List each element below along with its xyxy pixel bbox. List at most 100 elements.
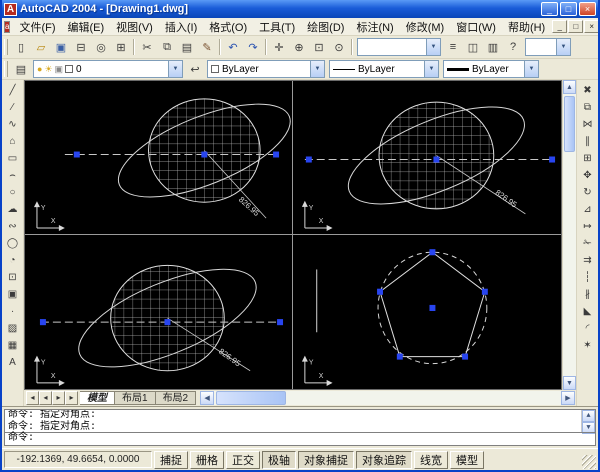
grip[interactable]	[429, 305, 435, 311]
status-toggle-ortho[interactable]: 正交	[226, 451, 260, 469]
toolbar-button-paste[interactable]: ▤	[177, 38, 197, 57]
grip[interactable]	[306, 156, 312, 162]
scroll-up-icon[interactable]: ▲	[582, 410, 595, 422]
status-toggle-osnap[interactable]: 对象捕捉	[298, 451, 354, 469]
toolbar-button-redo[interactable]: ↷	[243, 38, 263, 57]
command-input[interactable]: 命令:	[5, 432, 595, 445]
modify-button-move[interactable]: ✥	[578, 167, 597, 184]
tab-layout1[interactable]: 布局1	[115, 391, 156, 405]
toolbar-button-plot-preview[interactable]: ◎	[91, 38, 111, 57]
doc-minimize-button[interactable]: _	[552, 20, 567, 33]
menu-item-help[interactable]: 帮助(H)	[502, 18, 551, 36]
menu-item-modify[interactable]: 修改(M)	[400, 18, 451, 36]
modify-button-mirror[interactable]: ⋈	[578, 116, 597, 133]
modify-button-rotate[interactable]: ↻	[578, 184, 597, 201]
draw-button-arc[interactable]: ⌢	[3, 167, 22, 184]
grip[interactable]	[273, 152, 279, 158]
modify-button-extend[interactable]: ⇉	[578, 252, 597, 269]
tab-prev-button[interactable]: ◂	[39, 391, 52, 405]
dropdown-icon[interactable]: ▼	[168, 61, 182, 77]
scroll-down-icon[interactable]: ▼	[563, 376, 576, 390]
draw-button-spline[interactable]: ∾	[3, 218, 22, 235]
doc-close-button[interactable]: ×	[584, 20, 599, 33]
draw-button-circle[interactable]: ○	[3, 184, 22, 201]
grip[interactable]	[397, 354, 403, 360]
draw-button-polyline[interactable]: ∿	[3, 116, 22, 133]
toolbar-grip[interactable]	[4, 61, 8, 77]
toolbar-button-match-properties[interactable]: ✎	[197, 38, 217, 57]
dropdown-icon[interactable]: ▼	[426, 39, 440, 55]
horizontal-scroll-thumb[interactable]	[216, 391, 286, 405]
draw-button-region[interactable]: ▦	[3, 337, 22, 354]
minimize-button[interactable]: _	[541, 2, 558, 16]
modify-button-explode[interactable]: ✶	[578, 337, 597, 354]
modify-button-trim[interactable]: ✁	[578, 235, 597, 252]
grip[interactable]	[482, 289, 488, 295]
linetype-select[interactable]: ByLayer ▼	[329, 60, 439, 78]
status-toggle-lwt[interactable]: 线宽	[414, 451, 448, 469]
menu-item-file[interactable]: 文件(F)	[13, 18, 61, 36]
status-toggle-snap[interactable]: 捕捉	[154, 451, 188, 469]
draw-button-point[interactable]: ∙	[3, 303, 22, 320]
draw-button-polygon[interactable]: ⌂	[3, 133, 22, 150]
menu-item-insert[interactable]: 插入(I)	[159, 18, 203, 36]
tab-last-button[interactable]: ▸	[65, 391, 78, 405]
vertical-scroll-thumb[interactable]	[564, 96, 575, 152]
doc-restore-button[interactable]: □	[568, 20, 583, 33]
dropdown-icon[interactable]: ▼	[524, 61, 538, 77]
viewport-bottom-left[interactable]: 826.95 Y X	[25, 235, 293, 389]
tab-next-button[interactable]: ▸	[52, 391, 65, 405]
grip[interactable]	[201, 152, 207, 158]
scroll-right-icon[interactable]: ▶	[561, 391, 575, 405]
layer-properties-button[interactable]: ▤	[11, 60, 31, 79]
layer-previous-button[interactable]: ↩	[185, 60, 205, 79]
toolbar-button-undo[interactable]: ↶	[223, 38, 243, 57]
grip[interactable]	[462, 354, 468, 360]
modify-button-break[interactable]: ∦	[578, 286, 597, 303]
toolbar-button-new[interactable]: ▯	[11, 38, 31, 57]
grip[interactable]	[277, 319, 283, 325]
draw-button-mtext[interactable]: A	[3, 354, 22, 371]
draw-button-make-block[interactable]: ▣	[3, 286, 22, 303]
modify-button-fillet[interactable]: ◜	[578, 320, 597, 337]
grip[interactable]	[549, 156, 555, 162]
toolbar-button-tool-palettes[interactable]: ▥	[483, 38, 503, 57]
maximize-button[interactable]: □	[560, 2, 577, 16]
grip[interactable]	[74, 152, 80, 158]
status-toggle-polar[interactable]: 极轴	[262, 451, 296, 469]
status-toggle-otrack[interactable]: 对象追踪	[356, 451, 412, 469]
menu-item-draw[interactable]: 绘图(D)	[301, 18, 350, 36]
color-select[interactable]: ByLayer ▼	[207, 60, 325, 78]
lineweight-select[interactable]: ByLayer ▼	[443, 60, 539, 78]
workspace-combo[interactable]: ▼	[357, 38, 441, 56]
title-bar[interactable]: A AutoCAD 2004 - [Drawing1.dwg] _ □ ×	[2, 0, 598, 18]
grip[interactable]	[377, 289, 383, 295]
draw-button-rectangle[interactable]: ▭	[3, 150, 22, 167]
draw-button-construction-line[interactable]: ∕	[3, 99, 22, 116]
modify-button-erase[interactable]: ✖	[578, 82, 597, 99]
toolbar-button-zoom-window[interactable]: ⊡	[309, 38, 329, 57]
draw-button-revision-cloud[interactable]: ☁	[3, 201, 22, 218]
draw-button-line[interactable]: ╱	[3, 82, 22, 99]
menu-item-dimension[interactable]: 标注(N)	[350, 18, 399, 36]
toolbar-button-copy-clip[interactable]: ⧉	[157, 38, 177, 57]
vertical-scrollbar[interactable]: ▲ ▼	[562, 80, 576, 390]
layer-select[interactable]: ● ☀ ▣ 0 ▼	[33, 60, 183, 78]
toolbar-button-save[interactable]: ▣	[51, 38, 71, 57]
grip[interactable]	[429, 249, 435, 255]
scroll-up-icon[interactable]: ▲	[563, 80, 576, 94]
tab-layout2[interactable]: 布局2	[156, 391, 197, 405]
toolbar-button-help[interactable]: ?	[503, 38, 523, 57]
menu-item-window[interactable]: 窗口(W)	[450, 18, 502, 36]
toolbar-button-pan[interactable]: ✛	[269, 38, 289, 57]
toolbar-button-designcenter[interactable]: ◫	[463, 38, 483, 57]
grip[interactable]	[40, 319, 46, 325]
draw-button-ellipse[interactable]: ◯	[3, 235, 22, 252]
modify-button-break-at-point[interactable]: ┆	[578, 269, 597, 286]
viewport-bottom-right[interactable]: Y X	[293, 235, 561, 389]
modify-button-array[interactable]: ⊞	[578, 150, 597, 167]
toolbar-button-zoom-previous[interactable]: ⊙	[329, 38, 349, 57]
toolbar-button-cut[interactable]: ✂	[137, 38, 157, 57]
toolbar-button-plot[interactable]: ⊟	[71, 38, 91, 57]
viewport-top-right[interactable]: 826.95 Y X	[293, 81, 561, 235]
